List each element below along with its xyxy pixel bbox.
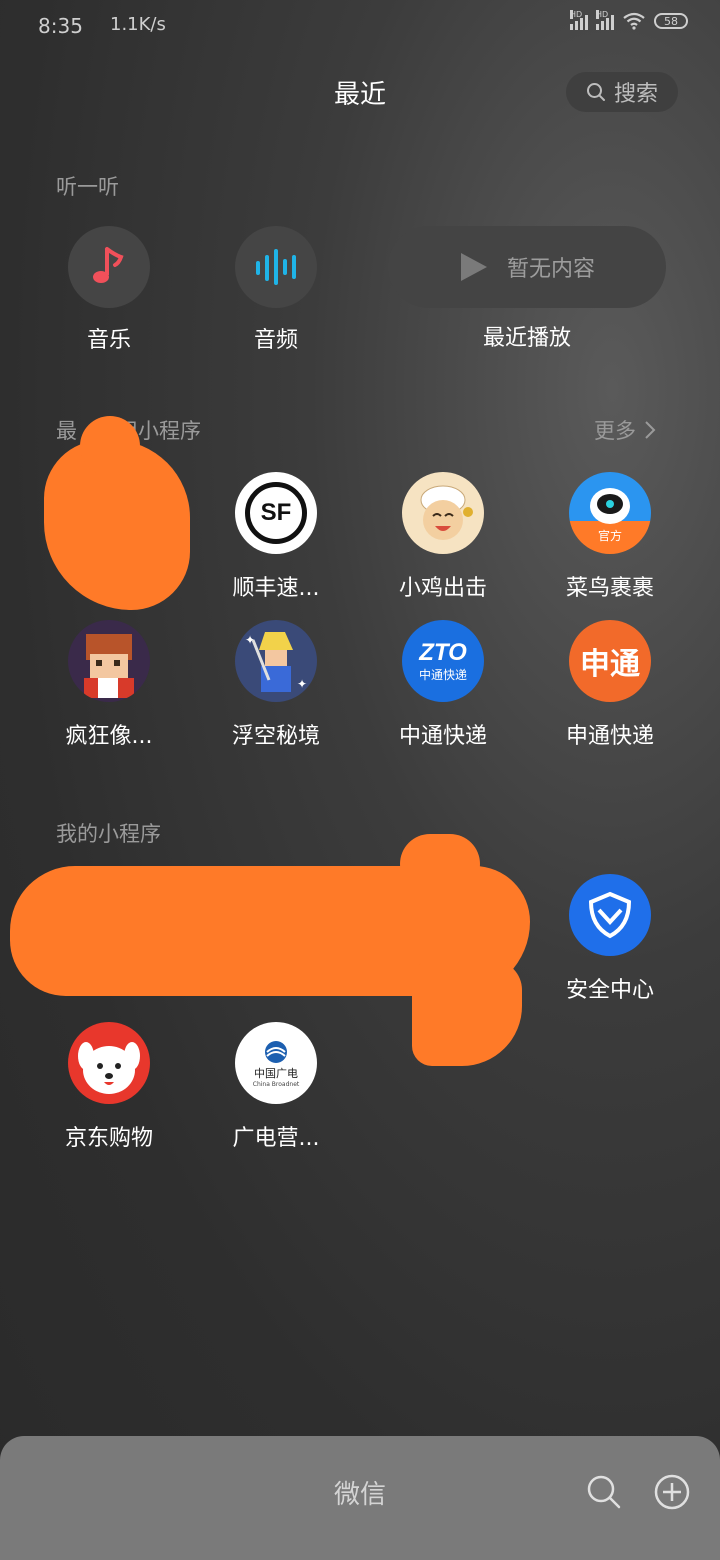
chick-game-icon [402,472,484,554]
listen-section-label: 听一听 [56,175,119,199]
audio-label: 音频 [253,328,298,353]
search-icon [586,83,605,101]
app-chick-game[interactable]: 小鸡出击 [360,472,526,602]
music-circle [68,226,150,308]
music-button[interactable]: 音乐 [26,226,192,354]
app-floating-realm[interactable]: ✦ ✦ 浮空秘境 [193,620,359,750]
sf-express-icon: SF [235,472,317,554]
plus-circle-icon [654,1474,690,1510]
app-jd[interactable]: 京东购物 [26,1022,192,1152]
search-icon [587,1475,621,1509]
my-mini-section-label: 我的小程序 [56,822,161,846]
app-name: 小鸡出击 [398,576,487,601]
recent-play-empty-text: 暂无内容 [506,257,595,282]
search-label: 搜索 [613,82,658,107]
status-icons: HD HD 58 [570,10,688,30]
app-pixel-game[interactable]: 疯狂像... [26,620,192,750]
signal-2-icon: HD [596,10,614,30]
app-zto[interactable]: ZTO 中通快递 中通快递 [360,620,526,750]
bottom-add-button[interactable] [654,1474,690,1514]
cainiao-icon: 官方 [569,472,651,554]
audio-wave-icon [256,249,296,285]
app-name: 顺丰速... [232,576,320,601]
app-security-center[interactable]: 安全中心 [527,874,693,1004]
sto-icon: 申通 [569,620,651,702]
search-button[interactable]: 搜索 [566,72,678,112]
app-name: 疯狂像... [65,724,153,749]
svg-text:✦: ✦ [297,677,307,691]
app-china-broadnet[interactable]: 中国广电 China Broadnet 广电营... [193,1022,359,1152]
chevron-right-icon [645,421,656,439]
status-network-speed: 1.1K/s [110,14,166,35]
wifi-icon [623,12,645,30]
pixel-game-icon [68,620,150,702]
jd-dog-icon [68,1022,150,1104]
signal-1-icon: HD [570,10,588,30]
more-link[interactable]: 更多 [594,415,656,445]
app-sto[interactable]: 申通 申通快递 [527,620,693,750]
audio-circle [235,226,317,308]
app-name: 安全中心 [565,978,654,1003]
app-cainiao[interactable]: 官方 菜鸟裹裹 [527,472,693,602]
svg-text:✦: ✦ [245,633,255,647]
audio-button[interactable]: 音频 [193,226,359,354]
security-shield-icon [569,874,651,956]
recent-play-button[interactable]: 暂无内容 [388,226,666,308]
more-label: 更多 [594,419,636,443]
play-icon [460,253,487,281]
floating-realm-icon: ✦ ✦ [235,620,317,702]
bottom-search-button[interactable] [586,1474,622,1514]
music-label: 音乐 [86,328,131,353]
app-name: 菜鸟裹裹 [565,576,654,601]
recent-play-label: 最近播放 [482,326,571,351]
battery-icon: 58 [654,13,688,29]
app-sf-express[interactable]: SF 顺丰速... [193,472,359,602]
app-name: 浮空秘境 [231,724,320,749]
app-name: 广电营... [232,1126,320,1151]
china-broadnet-icon: 中国广电 China Broadnet [235,1022,317,1104]
app-name: 中通快递 [398,724,487,749]
music-note-icon [93,247,124,283]
zto-icon: ZTO 中通快递 [402,620,484,702]
app-name: 申通快递 [565,724,654,749]
app-name: 京东购物 [64,1126,153,1151]
status-time: 8:35 [38,14,83,38]
